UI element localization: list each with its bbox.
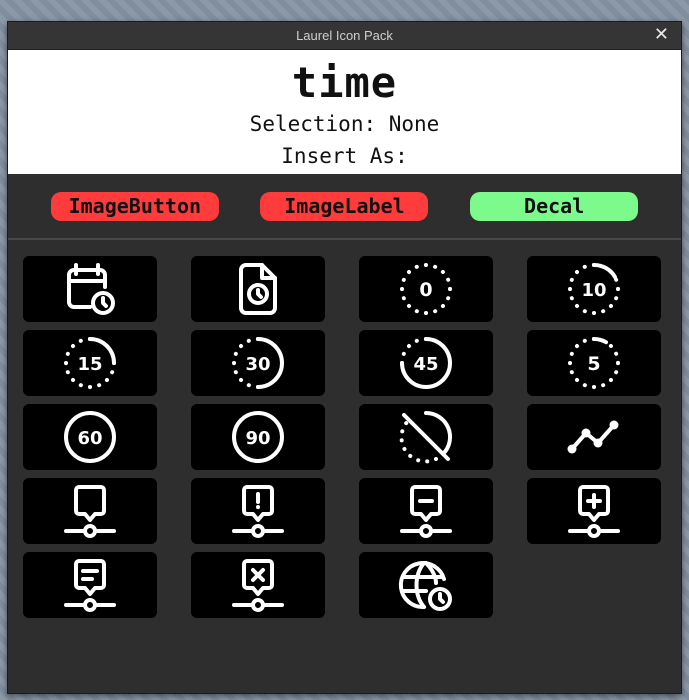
svg-text:5: 5 [587,353,600,375]
window-title: Laurel Icon Pack [296,28,393,43]
svg-text:0: 0 [419,279,432,301]
close-icon[interactable]: ✕ [654,25,669,45]
timeline-event-exclamation-icon [232,485,284,538]
icon-tile-time-duration-5[interactable]: 5 [527,330,661,396]
icon-tile-time-duration-15[interactable]: 15 [23,330,157,396]
icon-tile-calendar-time[interactable] [23,256,157,322]
icon-tile-timeline-event-plus[interactable] [527,478,661,544]
timeline-event-minus-icon [400,485,452,538]
svg-text:90: 90 [245,428,270,449]
time-duration-10-icon: 10 [568,262,620,315]
icon-tile-time-duration-90[interactable]: 90 [191,404,325,470]
icon-tile-timeline-event-minus[interactable] [359,478,493,544]
info-header: time Selection: None Insert As: [8,50,681,174]
icon-tile-time-duration-30[interactable]: 30 [191,330,325,396]
time-duration-15-icon: 15 [64,337,116,389]
selection-label: Selection: None [249,112,440,136]
time-duration-90-icon: 90 [232,411,284,463]
calendar-time-icon [67,263,115,315]
icon-tile-timeline[interactable] [527,404,661,470]
icon-tile-world-time[interactable] [359,552,493,618]
category-title: time [291,58,398,107]
icon-tile-file-time[interactable] [191,256,325,322]
icon-tile-time-duration-0[interactable]: 0 [359,256,493,322]
imagelabel-button[interactable]: ImageLabel [260,191,429,221]
timeline-event-x-icon [232,559,284,612]
icon-tile-time-duration-45[interactable]: 45 [359,330,493,396]
icon-tile-time-duration-10[interactable]: 10 [527,256,661,322]
timeline-event-plus-icon [568,485,620,538]
world-time-icon [398,561,452,611]
plugin-window: Laurel Icon Pack ✕ time Selection: None … [7,21,682,694]
icon-tile-time-duration-off[interactable] [359,404,493,470]
file-time-icon [239,263,277,315]
icon-tile-timeline-event-exclamation[interactable] [191,478,325,544]
insert-type-row: ImageButton ImageLabel Decal [8,174,681,238]
icon-tile-timeline-event-text[interactable] [23,552,157,618]
timeline-icon [567,420,619,454]
icon-grid: 0 10 15 30 45 5 60 90 [8,240,681,618]
icon-tile-time-duration-60[interactable]: 60 [23,404,157,470]
timeline-event-icon [64,485,116,538]
window-titlebar: Laurel Icon Pack ✕ [8,22,681,50]
svg-text:30: 30 [245,354,270,375]
svg-text:60: 60 [77,428,102,449]
timeline-event-text-icon [64,559,116,612]
time-duration-60-icon: 60 [64,411,116,463]
svg-text:15: 15 [77,354,102,375]
time-duration-off-icon [399,410,453,464]
icon-tile-timeline-event[interactable] [23,478,157,544]
svg-text:10: 10 [581,280,606,301]
insert-as-label: Insert As: [281,144,408,168]
svg-text:45: 45 [413,354,438,375]
time-duration-0-icon: 0 [400,263,452,315]
imagebutton-button[interactable]: ImageButton [50,191,219,221]
icon-tile-timeline-event-x[interactable] [191,552,325,618]
time-duration-5-icon: 5 [568,336,620,389]
time-duration-30-icon: 30 [232,337,284,389]
time-duration-45-icon: 45 [400,337,452,389]
decal-button[interactable]: Decal [470,191,639,221]
